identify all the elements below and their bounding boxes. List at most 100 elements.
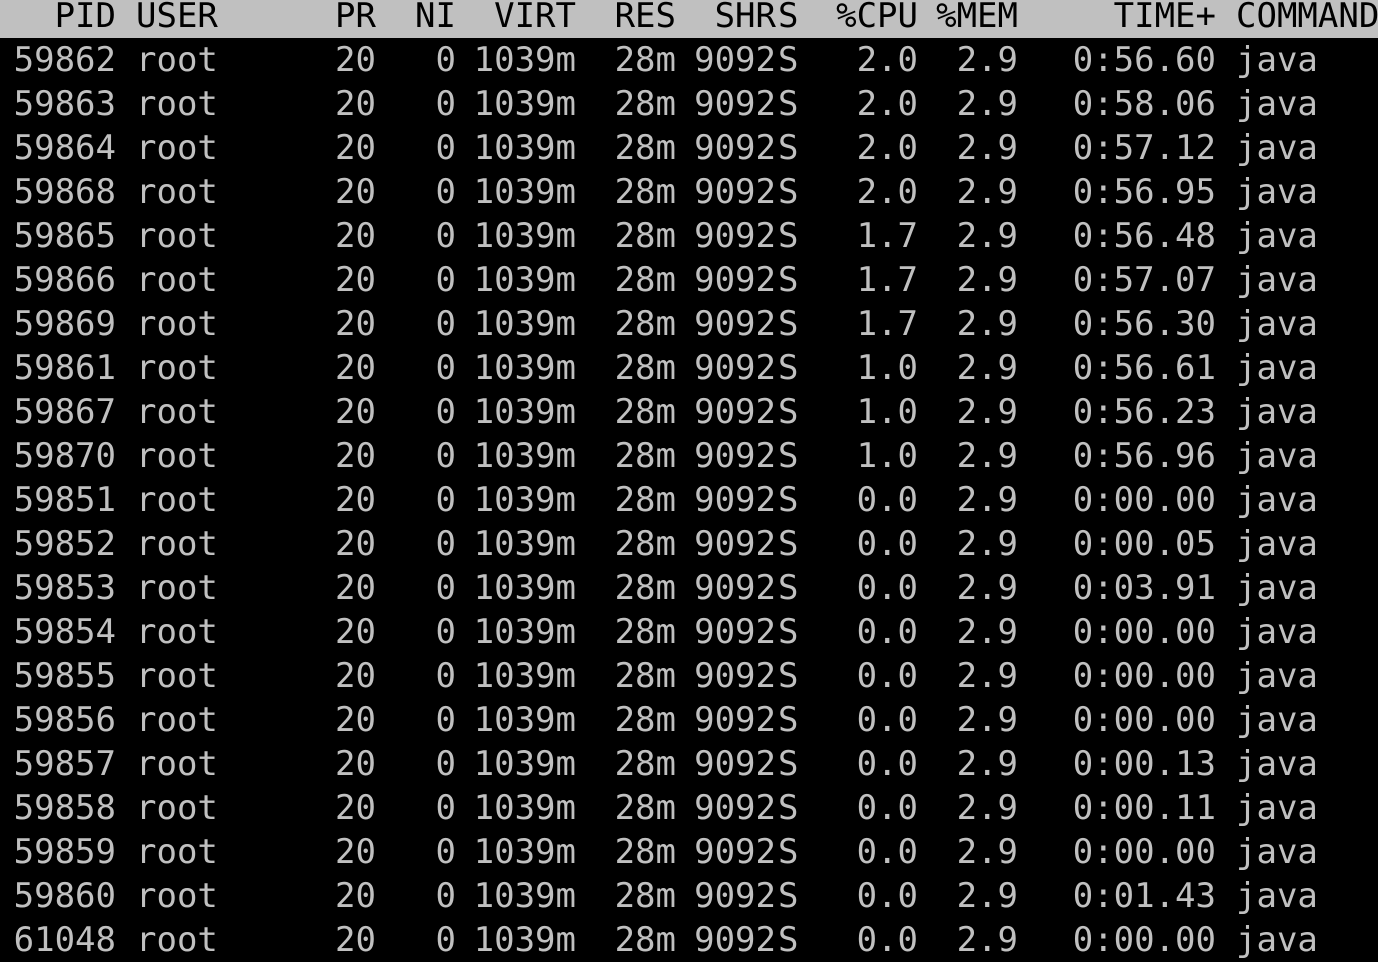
process-cpu: 2.0: [856, 172, 918, 212]
process-res: 28m: [614, 348, 676, 388]
process-pid: 61048: [13, 920, 116, 960]
process-nice: 0: [435, 832, 456, 872]
process-cpu: 0.0: [856, 788, 918, 828]
process-res: 28m: [614, 392, 676, 432]
process-row[interactable]: 59861 root 20 0 1039m 28m 9092 S 1.0 2.9 0:56.61 ja…: [0, 346, 1378, 390]
process-row[interactable]: 59867 root 20 0 1039m 28m 9092 S 1.0 2.9 0:56.23 ja…: [0, 390, 1378, 434]
process-command: java: [1236, 392, 1318, 432]
process-row[interactable]: 59866 root 20 0 1039m 28m 9092 S 1.7 2.9 0:57.07 ja…: [0, 258, 1378, 302]
process-row[interactable]: 59868 root 20 0 1039m 28m 9092 S 2.0 2.9 0:56.95 ja…: [0, 170, 1378, 214]
process-row[interactable]: 59856 root 20 0 1039m 28m 9092 S 0.0 2.9 0:00.00 ja…: [0, 698, 1378, 742]
process-nice: 0: [435, 876, 456, 916]
process-mem: 2.9: [956, 436, 1018, 476]
process-command: java: [1236, 656, 1318, 696]
process-mem: 2.9: [956, 480, 1018, 520]
column-header-state: S: [778, 0, 799, 36]
process-state: S: [778, 392, 799, 432]
process-row[interactable]: 59851 root 20 0 1039m 28m 9092 S 0.0 2.9 0:00.00 ja…: [0, 478, 1378, 522]
process-pid: 59870: [13, 436, 116, 476]
process-nice: 0: [435, 612, 456, 652]
process-shr: 9092: [694, 744, 776, 784]
process-pid: 59856: [13, 700, 116, 740]
process-state: S: [778, 744, 799, 784]
process-state: S: [778, 700, 799, 740]
process-row[interactable]: 59853 root 20 0 1039m 28m 9092 S 0.0 2.9 0:03.91 ja…: [0, 566, 1378, 610]
process-row[interactable]: 59864 root 20 0 1039m 28m 9092 S 2.0 2.9 0:57.12 ja…: [0, 126, 1378, 170]
process-row[interactable]: 59870 root 20 0 1039m 28m 9092 S 1.0 2.9 0:56.96 ja…: [0, 434, 1378, 478]
process-time: 0:01.43: [1072, 876, 1216, 916]
process-command: java: [1236, 172, 1318, 212]
process-mem: 2.9: [956, 392, 1018, 432]
column-header-mem: %MEM: [936, 0, 1018, 36]
process-priority: 20: [335, 700, 376, 740]
process-res: 28m: [614, 436, 676, 476]
process-user: root: [136, 392, 218, 432]
process-command: java: [1236, 876, 1318, 916]
process-command: java: [1236, 40, 1318, 80]
process-user: root: [136, 832, 218, 872]
process-user: root: [136, 172, 218, 212]
process-nice: 0: [435, 348, 456, 388]
process-row[interactable]: 59865 root 20 0 1039m 28m 9092 S 1.7 2.9 0:56.48 ja…: [0, 214, 1378, 258]
process-virt: 1039m: [473, 920, 576, 960]
process-row[interactable]: 59860 root 20 0 1039m 28m 9092 S 0.0 2.9 0:01.43 ja…: [0, 874, 1378, 918]
process-mem: 2.9: [956, 84, 1018, 124]
process-res: 28m: [614, 656, 676, 696]
process-user: root: [136, 436, 218, 476]
process-priority: 20: [335, 348, 376, 388]
process-row[interactable]: 59862 root 20 0 1039m 28m 9092 S 2.0 2.9 0:56.60 ja…: [0, 38, 1378, 82]
process-cpu: 2.0: [856, 40, 918, 80]
process-cpu: 0.0: [856, 832, 918, 872]
process-row[interactable]: 59857 root 20 0 1039m 28m 9092 S 0.0 2.9 0:00.13 ja…: [0, 742, 1378, 786]
process-command: java: [1236, 832, 1318, 872]
process-pid: 59859: [13, 832, 116, 872]
process-mem: 2.9: [956, 832, 1018, 872]
process-command: java: [1236, 920, 1318, 960]
process-shr: 9092: [694, 920, 776, 960]
process-pid: 59867: [13, 392, 116, 432]
process-command: java: [1236, 128, 1318, 168]
process-shr: 9092: [694, 700, 776, 740]
process-priority: 20: [335, 172, 376, 212]
process-cpu: 2.0: [856, 84, 918, 124]
process-row[interactable]: 59858 root 20 0 1039m 28m 9092 S 0.0 2.9 0:00.11 ja…: [0, 786, 1378, 830]
process-command: java: [1236, 744, 1318, 784]
process-state: S: [778, 436, 799, 476]
process-priority: 20: [335, 480, 376, 520]
process-res: 28m: [614, 876, 676, 916]
process-priority: 20: [335, 832, 376, 872]
process-row[interactable]: 59855 root 20 0 1039m 28m 9092 S 0.0 2.9 0:00.00 ja…: [0, 654, 1378, 698]
process-row[interactable]: 59854 root 20 0 1039m 28m 9092 S 0.0 2.9 0:00.00 ja…: [0, 610, 1378, 654]
process-time: 0:56.61: [1072, 348, 1216, 388]
process-priority: 20: [335, 876, 376, 916]
process-state: S: [778, 568, 799, 608]
terminal-window[interactable]: PID USER PR NI VIRT RES SHR S %CPU %MEM …: [0, 0, 1378, 962]
process-nice: 0: [435, 84, 456, 124]
process-shr: 9092: [694, 40, 776, 80]
process-virt: 1039m: [473, 524, 576, 564]
process-pid: 59855: [13, 656, 116, 696]
process-pid: 59857: [13, 744, 116, 784]
process-virt: 1039m: [473, 480, 576, 520]
process-cpu: 0.0: [856, 612, 918, 652]
process-user: root: [136, 304, 218, 344]
process-command: java: [1236, 348, 1318, 388]
process-res: 28m: [614, 40, 676, 80]
process-state: S: [778, 40, 799, 80]
process-state: S: [778, 612, 799, 652]
process-row[interactable]: 61048 root 20 0 1039m 28m 9092 S 0.0 2.9 0:00.00 ja…: [0, 918, 1378, 962]
process-row[interactable]: 59869 root 20 0 1039m 28m 9092 S 1.7 2.9 0:56.30 ja…: [0, 302, 1378, 346]
process-row[interactable]: 59859 root 20 0 1039m 28m 9092 S 0.0 2.9 0:00.00 ja…: [0, 830, 1378, 874]
process-row[interactable]: 59863 root 20 0 1039m 28m 9092 S 2.0 2.9 0:58.06 ja…: [0, 82, 1378, 126]
process-row[interactable]: 59852 root 20 0 1039m 28m 9092 S 0.0 2.9 0:00.05 ja…: [0, 522, 1378, 566]
process-priority: 20: [335, 128, 376, 168]
process-priority: 20: [335, 436, 376, 476]
process-virt: 1039m: [473, 700, 576, 740]
process-list: 59862 root 20 0 1039m 28m 9092 S 2.0 2.9 0:56.60 ja…: [0, 38, 1378, 962]
process-virt: 1039m: [473, 436, 576, 476]
process-priority: 20: [335, 260, 376, 300]
process-time: 0:56.23: [1072, 392, 1216, 432]
process-mem: 2.9: [956, 304, 1018, 344]
process-state: S: [778, 480, 799, 520]
process-user: root: [136, 612, 218, 652]
